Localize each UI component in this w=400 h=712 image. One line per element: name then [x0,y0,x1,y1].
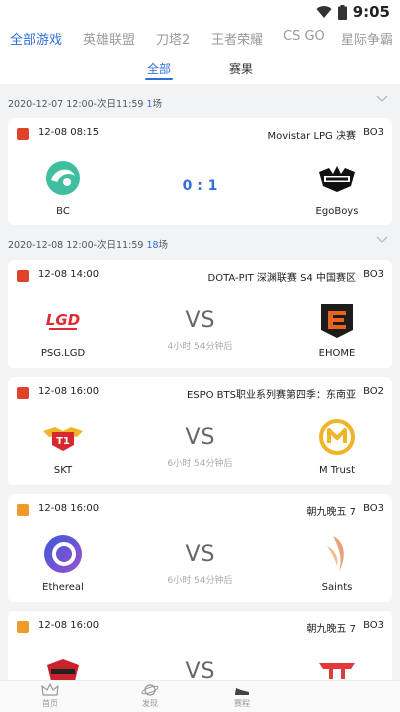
team-right: M Trust [297,415,377,476]
shoe-icon [235,688,249,695]
tab-results[interactable]: 赛果 [229,60,253,77]
tab-lol[interactable]: 英雄联盟 [83,29,135,48]
bo-format: BO3 [363,269,384,280]
match-time: 12-08 16:00 [38,620,100,631]
game-tabs: 全部游戏 英雄联盟 刀塔2 王者荣耀 CS GO 星际争霸 [0,24,400,54]
nav-label: 发现 [142,699,158,708]
dota-icon [17,270,29,282]
crown-icon [41,683,59,696]
match-card[interactable]: 12-08 14:00 DOTA-PIT 深渊联赛 S4 中国赛区 BO3 LG… [8,260,392,368]
bo-format: BO3 [363,620,384,631]
nav-discover[interactable]: 发现 [120,683,180,709]
tab-honor-of-kings[interactable]: 王者荣耀 [211,29,263,48]
event-name: ESPO BTS职业系列赛第四季：东南亚 [186,390,356,401]
dota-icon [17,128,29,140]
tab-csgo[interactable]: CS GO [283,29,325,44]
clock: 9:05 [352,3,390,21]
nav-home[interactable]: 首页 [20,683,80,709]
bo-format: BO3 [363,127,384,138]
team-right: Saints [297,532,377,593]
saints-logo [327,536,344,572]
team-name: EHOME [318,348,356,359]
match-card[interactable]: 12-08 16:00 朝九晚五 7 BO3 Ethereal VS 6小时 5… [8,494,392,602]
tab-starcraft[interactable]: 星际争霸 [341,29,393,48]
team-right: EgoBoys [297,156,377,217]
team-name: M Trust [318,465,356,476]
nav-label: 首页 [42,699,58,708]
dota-icon [17,387,29,399]
event-name: 朝九晚五 7 [306,624,356,635]
bo-format: BO3 [363,503,384,514]
egoboys-logo [319,166,355,192]
team-name: BC [56,206,70,217]
date-section-header[interactable]: 2020-12-08 12:00-次日11:59 18场 [0,229,400,257]
bottom-nav: 首页 发现 赛程 [0,680,400,712]
wifi-icon [316,6,332,19]
tab-dota2[interactable]: 刀塔2 [156,29,190,48]
event-name: 朝九晚五 7 [306,507,356,518]
date-range-label: 2020-12-08 12:00-次日11:59 18场 [8,240,169,251]
bo-format: BO2 [363,386,384,397]
mtrust-logo [319,419,355,455]
event-name: DOTA-PIT 深渊联赛 S4 中国赛区 [207,273,356,284]
match-card[interactable]: 12-08 08:15 Movistar LPG 决赛 BO3 BC 0 : 1… [8,118,392,225]
match-time: 12-08 08:15 [38,127,100,138]
csgo-icon [17,621,29,633]
date-section-header[interactable]: 2020-12-07 12:00-次日11:59 1场 [0,88,400,116]
tab-all-games[interactable]: 全部游戏 [10,29,62,48]
team-name: EgoBoys [315,206,359,217]
chevron-down-icon[interactable] [376,236,388,244]
match-time: 12-08 16:00 [38,386,100,397]
team-right: EHOME [297,298,377,359]
team-name: Saints [321,582,353,593]
tab-underline [145,78,173,80]
match-time: 12-08 14:00 [38,269,100,280]
nav-label: 赛程 [234,699,250,708]
battery-icon [337,4,347,20]
match-time: 12-08 16:00 [38,503,100,514]
event-name: Movistar LPG 决赛 [267,131,356,142]
date-range-label: 2020-12-07 12:00-次日11:59 1场 [8,99,162,110]
sub-tabs: 全部 赛果 [0,54,400,84]
csgo-icon [17,504,29,516]
tab-all[interactable]: 全部 [147,60,171,77]
nav-schedule[interactable]: 赛程 [212,683,272,709]
match-card[interactable]: 12-08 16:00 ESPO BTS职业系列赛第四季：东南亚 BO2 T1 … [8,377,392,485]
status-bar: 9:05 [0,0,400,24]
planet-icon [141,684,159,696]
chevron-down-icon[interactable] [376,95,388,103]
ehome-logo [321,304,353,338]
